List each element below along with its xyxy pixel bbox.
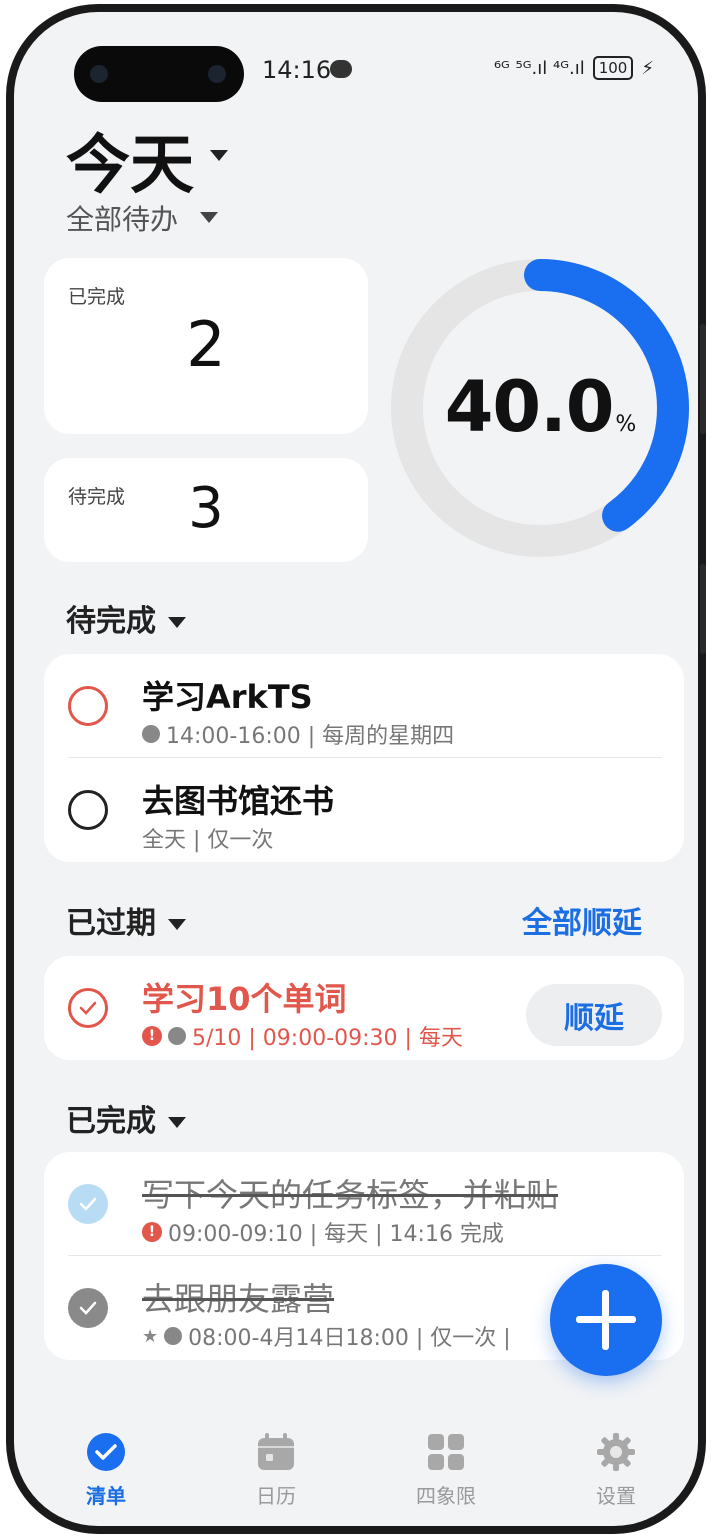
task-checkbox[interactable] <box>68 686 108 726</box>
task-checkbox[interactable] <box>68 790 108 830</box>
app-screen: 14:16 ⁶ᴳ ⁵ᴳ.ıl ⁴ᴳ.ıl 100 ⚡ 今天 全部待办 已完成 2… <box>14 12 698 1526</box>
progress-percentage: 40.0% <box>390 366 690 448</box>
star-icon: ★ <box>142 1325 159 1347</box>
postpone-all-button[interactable]: 全部顺延 <box>522 898 642 942</box>
postpone-button[interactable]: 顺延 <box>526 984 662 1046</box>
overdue-section-header[interactable]: 已过期 <box>66 898 186 942</box>
pending-stat-card: 待完成 3 <box>44 458 368 562</box>
grid-icon <box>426 1432 466 1472</box>
alarm-icon <box>164 1327 183 1345</box>
charging-icon: ⚡ <box>641 57 654 79</box>
completed-section-title: 已完成 <box>66 1104 156 1139</box>
signal-icon: ⁶ᴳ ⁵ᴳ.ıl ⁴ᴳ.ıl <box>493 57 585 79</box>
task-name: 学习10个单词 <box>142 980 347 1018</box>
task-name: 去图书馆还书 <box>142 782 335 820</box>
chevron-down-icon <box>168 1117 186 1128</box>
task-checkbox[interactable] <box>68 988 108 1028</box>
task-meta-text: 09:00-09:10 | 每天 | 14:16 完成 <box>168 1222 504 1247</box>
task-name: 学习ArkTS <box>142 678 313 716</box>
task-meta-text: 5/10 | 09:00-09:30 | 每天 <box>192 1026 463 1051</box>
tab-label: 日历 <box>256 1484 296 1508</box>
task-meta: ★ 08:00-4月14日18:00 | 仅一次 | <box>142 1320 511 1352</box>
overdue-task-list: 学习10个单词 ! 5/10 | 09:00-09:30 | 每天 顺延 <box>44 956 684 1060</box>
tab-quadrants[interactable]: 四象限 <box>396 1432 496 1509</box>
battery-icon: 100 <box>592 56 634 80</box>
task-item[interactable]: 去图书馆还书 全天 | 仅一次 <box>44 758 684 862</box>
check-icon <box>79 1197 97 1211</box>
status-icons: ⁶ᴳ ⁵ᴳ.ıl ⁴ᴳ.ıl 100 ⚡ <box>494 56 654 80</box>
pending-task-list: 学习ArkTS 14:00-16:00 | 每周的星期四 去图书馆还书 全天 |… <box>44 654 684 862</box>
page-title[interactable]: 今天 <box>66 114 194 206</box>
calendar-icon <box>256 1432 296 1472</box>
alert-icon: ! <box>142 1222 162 1242</box>
task-meta: ! 09:00-09:10 | 每天 | 14:16 完成 <box>142 1216 504 1248</box>
task-meta-text: 全天 | 仅一次 <box>142 828 274 853</box>
tab-calendar[interactable]: 日历 <box>226 1432 326 1509</box>
task-name: 写下今天的任务标签，并粘贴 <box>142 1176 559 1214</box>
tab-label: 四象限 <box>416 1484 476 1508</box>
alarm-icon <box>168 1027 186 1045</box>
tab-label: 设置 <box>596 1484 636 1508</box>
tab-checklist[interactable]: 清单 <box>56 1432 156 1509</box>
task-name: 去跟朋友露营 <box>142 1280 335 1318</box>
gear-icon <box>596 1432 636 1472</box>
task-item[interactable]: 写下今天的任务标签，并粘贴 ! 09:00-09:10 | 每天 | 14:16 … <box>44 1152 684 1256</box>
completed-section-header[interactable]: 已完成 <box>66 1096 186 1140</box>
phone-frame: 14:16 ⁶ᴳ ⁵ᴳ.ıl ⁴ᴳ.ıl 100 ⚡ 今天 全部待办 已完成 2… <box>6 4 706 1534</box>
completed-stat-card: 已完成 2 <box>44 258 368 434</box>
task-item[interactable]: 学习10个单词 ! 5/10 | 09:00-09:30 | 每天 顺延 <box>44 956 684 1060</box>
filter-dropdown[interactable]: 全部待办 <box>66 198 178 238</box>
overdue-section-title: 已过期 <box>66 906 156 941</box>
camera-cutout <box>74 46 244 102</box>
chevron-down-icon <box>168 617 186 628</box>
progress-unit: % <box>615 412 636 437</box>
tab-settings[interactable]: 设置 <box>566 1432 666 1509</box>
chevron-down-icon <box>168 919 186 930</box>
task-meta: ! 5/10 | 09:00-09:30 | 每天 <box>142 1020 463 1052</box>
pending-section-title: 待完成 <box>66 604 156 639</box>
check-icon <box>79 1301 97 1315</box>
alert-icon: ! <box>142 1026 162 1046</box>
progress-value: 40.0 <box>444 366 615 448</box>
task-meta: 14:00-16:00 | 每周的星期四 <box>142 718 454 750</box>
task-meta-text: 08:00-4月14日18:00 | 仅一次 | <box>188 1326 511 1351</box>
title-dropdown-icon[interactable] <box>210 150 228 161</box>
pending-section-header[interactable]: 待完成 <box>66 596 186 640</box>
alarm-icon <box>142 725 160 743</box>
task-checkbox-checked[interactable] <box>68 1184 108 1224</box>
completed-stat-label: 已完成 <box>68 286 126 308</box>
message-icon <box>330 60 352 78</box>
check-icon <box>79 1001 97 1015</box>
tab-label: 清单 <box>86 1484 126 1508</box>
volume-button <box>700 324 706 434</box>
completed-stat-value: 2 <box>186 308 226 381</box>
task-checkbox-checked[interactable] <box>68 1288 108 1328</box>
status-time: 14:16 <box>262 56 332 84</box>
task-item[interactable]: 学习ArkTS 14:00-16:00 | 每周的星期四 <box>44 654 684 758</box>
add-task-button[interactable] <box>550 1264 662 1376</box>
camera-lens <box>208 65 226 83</box>
filter-dropdown-icon[interactable] <box>200 212 218 223</box>
power-button <box>700 564 706 654</box>
task-meta-text: 14:00-16:00 | 每周的星期四 <box>166 724 455 749</box>
pending-stat-value: 3 <box>188 476 224 541</box>
camera-lens <box>90 65 108 83</box>
check-circle-icon <box>86 1432 126 1472</box>
